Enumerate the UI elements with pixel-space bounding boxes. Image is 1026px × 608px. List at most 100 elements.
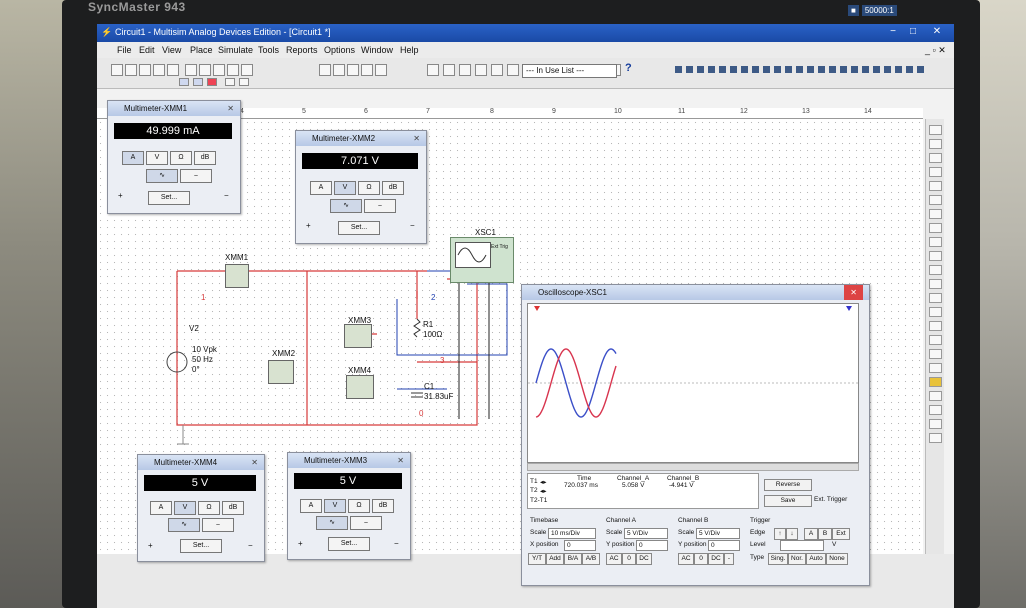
menu-options[interactable]: Options (324, 45, 355, 55)
copy-icon[interactable] (199, 64, 211, 76)
trigger-a-button[interactable]: A (804, 528, 818, 540)
zoom-out-icon[interactable] (347, 64, 359, 76)
oscilloscope-symbol[interactable]: Ext Trig (450, 237, 514, 283)
instrument-icon[interactable] (929, 377, 942, 387)
add-button[interactable]: Add (546, 553, 564, 565)
spreadsheet-icon[interactable] (443, 64, 455, 76)
amps-button[interactable]: A (300, 499, 322, 513)
menu-window[interactable]: Window (361, 45, 393, 55)
auto-button[interactable]: Auto (806, 553, 826, 565)
zoom-area-icon[interactable] (361, 64, 373, 76)
instrument-icon[interactable] (929, 195, 942, 205)
minus-terminal[interactable]: − (394, 539, 399, 548)
pause-icon[interactable] (193, 78, 203, 86)
decibel-button[interactable]: dB (222, 501, 244, 515)
ac-mode-icon[interactable]: ∿ (316, 516, 348, 530)
postprocessor-icon[interactable] (491, 64, 503, 76)
redo-icon[interactable] (241, 64, 253, 76)
instrument-icon[interactable] (929, 237, 942, 247)
ab-button[interactable]: A/B (582, 553, 600, 565)
rising-edge-icon[interactable]: ↑ (774, 528, 786, 540)
menu-simulate[interactable]: Simulate (218, 45, 253, 55)
ac-mode-icon[interactable]: ∿ (146, 169, 178, 183)
channel-b-dc-button[interactable]: DC (708, 553, 724, 565)
instrument-icon[interactable] (929, 349, 942, 359)
yt-button[interactable]: Y/T (528, 553, 546, 565)
plus-terminal[interactable]: + (118, 191, 123, 200)
close-icon[interactable]: ✕ (413, 131, 420, 146)
plus-terminal[interactable]: + (306, 221, 311, 230)
amps-button[interactable]: A (150, 501, 172, 515)
multimeter-xmm3-header[interactable]: Multimeter-XMM3 ✕ (288, 453, 410, 468)
instrument-icon[interactable] (929, 419, 942, 429)
multimeter-xmm1-symbol[interactable] (225, 264, 249, 288)
zoom-sheet-icon[interactable] (375, 64, 387, 76)
dc-mode-icon[interactable]: ⎯ (364, 199, 396, 213)
ohms-button[interactable]: Ω (358, 181, 380, 195)
amps-button[interactable]: A (122, 151, 144, 165)
menu-view[interactable]: View (162, 45, 181, 55)
wire-icon[interactable] (225, 78, 235, 86)
help-icon[interactable]: ? (625, 62, 632, 74)
dc-mode-icon[interactable]: ⎯ (180, 169, 212, 183)
instrument-icon[interactable] (929, 391, 942, 401)
instrument-icon[interactable] (929, 321, 942, 331)
in-use-list-select[interactable]: --- In Use List --- (522, 64, 617, 78)
ohms-button[interactable]: Ω (170, 151, 192, 165)
menu-place[interactable]: Place (190, 45, 213, 55)
instrument-icon[interactable] (929, 125, 942, 135)
instrument-icon[interactable] (929, 181, 942, 191)
ohms-button[interactable]: Ω (198, 501, 220, 515)
instrument-icon[interactable] (929, 363, 942, 373)
instrument-icon[interactable] (929, 433, 942, 443)
plus-terminal[interactable]: + (298, 539, 303, 548)
single-button[interactable]: Sing. (768, 553, 788, 565)
volts-button[interactable]: V (334, 181, 356, 195)
x-position-field[interactable]: 0 (564, 540, 596, 551)
plus-terminal[interactable]: + (148, 541, 153, 550)
zoom-fit-icon[interactable] (319, 64, 331, 76)
oscilloscope-header[interactable]: Oscilloscope-XSC1 ✕ (522, 285, 869, 300)
child-window-controls-icon[interactable]: _ ▫ ✕ (925, 45, 946, 56)
paste-icon[interactable] (213, 64, 225, 76)
instrument-icon[interactable] (929, 265, 942, 275)
decibel-button[interactable]: dB (372, 499, 394, 513)
database-icon[interactable] (459, 64, 471, 76)
ac-mode-icon[interactable]: ∿ (168, 518, 200, 532)
menu-tools[interactable]: Tools (258, 45, 279, 55)
cursor-arrows-icon[interactable]: ◂▸ (540, 478, 547, 486)
close-icon[interactable]: ✕ (227, 101, 234, 116)
instrument-icon[interactable] (929, 139, 942, 149)
save-icon[interactable] (139, 64, 151, 76)
run-icon[interactable] (179, 78, 189, 86)
volts-button[interactable]: V (146, 151, 168, 165)
close-icon[interactable]: ✕ (397, 453, 404, 468)
set-button[interactable]: Set... (180, 539, 222, 553)
grapher-icon[interactable] (475, 64, 487, 76)
instrument-icon[interactable] (929, 279, 942, 289)
multimeter-xmm2-symbol[interactable] (268, 360, 294, 384)
channel-a-dc-button[interactable]: DC (636, 553, 652, 565)
instrument-icon[interactable] (929, 167, 942, 177)
decibel-button[interactable]: dB (194, 151, 216, 165)
normal-button[interactable]: Nor. (788, 553, 806, 565)
close-icon[interactable]: ✕ (927, 25, 947, 39)
none-button[interactable]: None (826, 553, 848, 565)
instruments-toolbar[interactable] (675, 66, 925, 73)
multimeter-xmm2-header[interactable]: Multimeter-XMM2 ✕ (296, 131, 426, 146)
volts-button[interactable]: V (324, 499, 346, 513)
new-file-icon[interactable] (111, 64, 123, 76)
close-icon[interactable]: ✕ (844, 285, 863, 300)
amps-button[interactable]: A (310, 181, 332, 195)
oscilloscope-display[interactable] (527, 303, 859, 463)
dc-mode-icon[interactable]: ⎯ (350, 516, 382, 530)
instrument-icon[interactable] (929, 223, 942, 233)
volts-button[interactable]: V (174, 501, 196, 515)
instrument-icon[interactable] (929, 209, 942, 219)
cursor-arrows-icon[interactable]: ◂▸ (540, 487, 547, 495)
channel-b-invert-icon[interactable]: - (724, 553, 734, 565)
channel-b-zero-button[interactable]: 0 (694, 553, 708, 565)
minimize-icon[interactable]: − (883, 25, 903, 39)
cut-icon[interactable] (185, 64, 197, 76)
channel-b-scale-field[interactable]: 5 V/Div (696, 528, 740, 539)
